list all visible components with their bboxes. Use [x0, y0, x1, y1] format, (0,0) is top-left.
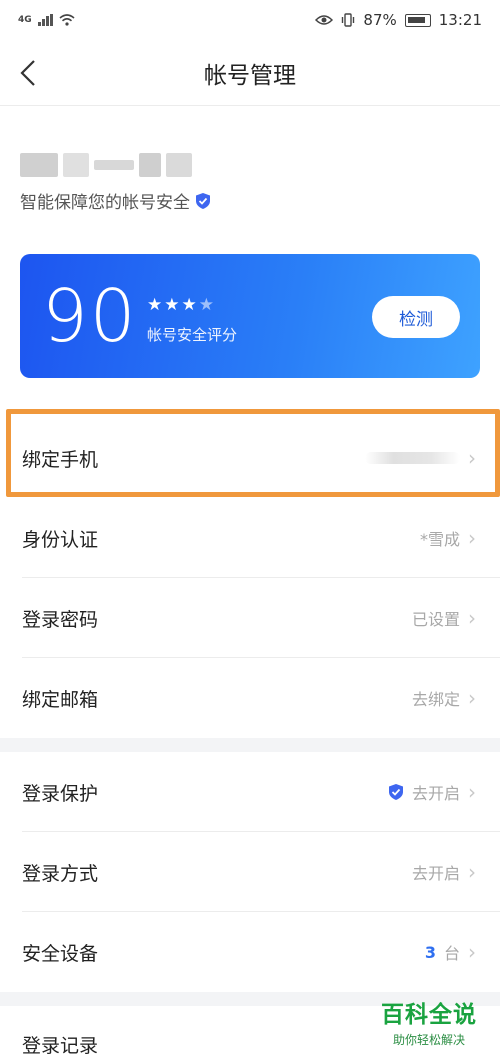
back-arrow-icon[interactable] — [14, 54, 42, 92]
watermark-title: 百科全说 — [381, 1002, 477, 1028]
page-title: 帐号管理 — [204, 62, 296, 89]
chevron-right-icon: › — [468, 526, 476, 550]
row-value: 去开启 — [388, 780, 460, 804]
status-right: 87% 13:21 — [315, 11, 482, 29]
highlight-box — [6, 409, 500, 497]
chevron-right-icon: › — [468, 860, 476, 884]
score-stars: ★ ★ ★ ★ — [147, 295, 214, 315]
row-identity[interactable]: 身份认证 *雪成 › — [0, 498, 500, 578]
row-label: 登录方式 — [22, 862, 99, 885]
signal-icon — [37, 14, 53, 26]
row-label: 安全设备 — [22, 942, 99, 965]
status-left: 4G — [18, 13, 75, 27]
chevron-right-icon: › — [468, 606, 476, 630]
row-value: 去绑定 — [411, 690, 460, 709]
status-bar: 4G 87% 13:21 — [0, 0, 500, 40]
account-subtitle: 智能保障您的帐号安全 — [20, 188, 211, 213]
battery-percent: 87% — [363, 11, 397, 29]
row-login-protection[interactable]: 登录保护 去开启 › — [0, 752, 500, 832]
eye-comfort-icon — [315, 15, 334, 25]
watermark-logo: 百科全说 助你轻松解决 — [370, 995, 488, 1050]
row-value-text: 去开启 — [411, 784, 460, 803]
clock: 13:21 — [438, 11, 482, 29]
row-value: 去开启 — [411, 864, 460, 883]
row-value: 3 台 — [425, 940, 460, 964]
nav-header: 帐号管理 — [0, 40, 500, 106]
watermark-subtitle: 助你轻松解决 — [392, 1033, 465, 1047]
row-value: 已设置 — [411, 610, 460, 629]
row-label: 绑定邮箱 — [22, 688, 99, 711]
star-icon: ★ — [147, 295, 163, 315]
wifi-icon — [59, 14, 75, 26]
row-label: 身份认证 — [22, 528, 99, 551]
chevron-right-icon: › — [468, 686, 476, 710]
vibrate-icon — [342, 13, 355, 27]
security-score: 90 — [42, 274, 138, 358]
account-subtitle-text: 智能保障您的帐号安全 — [20, 193, 190, 213]
chevron-right-icon: › — [468, 780, 476, 804]
device-unit: 台 — [443, 944, 460, 963]
account-info: 智能保障您的帐号安全 — [20, 150, 211, 213]
row-value: *雪成 — [419, 530, 460, 549]
verified-shield-icon — [196, 192, 210, 209]
check-button[interactable]: 检测 — [372, 296, 460, 338]
account-name-blurred — [20, 150, 192, 180]
row-label: 登录密码 — [22, 608, 99, 631]
shield-icon — [388, 784, 403, 800]
row-security-devices[interactable]: 安全设备 3 台 › — [0, 912, 500, 992]
network-type: 4G — [18, 15, 32, 25]
row-login-method[interactable]: 登录方式 去开启 › — [0, 832, 500, 912]
section-gap — [0, 738, 500, 752]
row-login-password[interactable]: 登录密码 已设置 › — [0, 578, 500, 658]
device-count: 3 — [424, 942, 436, 962]
star-icon: ★ — [164, 295, 180, 315]
security-score-card: 90 ★ ★ ★ ★ 帐号安全评分 检测 — [20, 254, 480, 378]
row-label: 登录保护 — [22, 782, 99, 805]
score-label: 帐号安全评分 — [147, 326, 238, 344]
star-icon: ★ — [198, 295, 214, 315]
row-bind-email[interactable]: 绑定邮箱 去绑定 › — [0, 658, 500, 738]
chevron-right-icon: › — [468, 940, 476, 964]
star-icon: ★ — [181, 295, 197, 315]
battery-icon — [404, 13, 431, 27]
